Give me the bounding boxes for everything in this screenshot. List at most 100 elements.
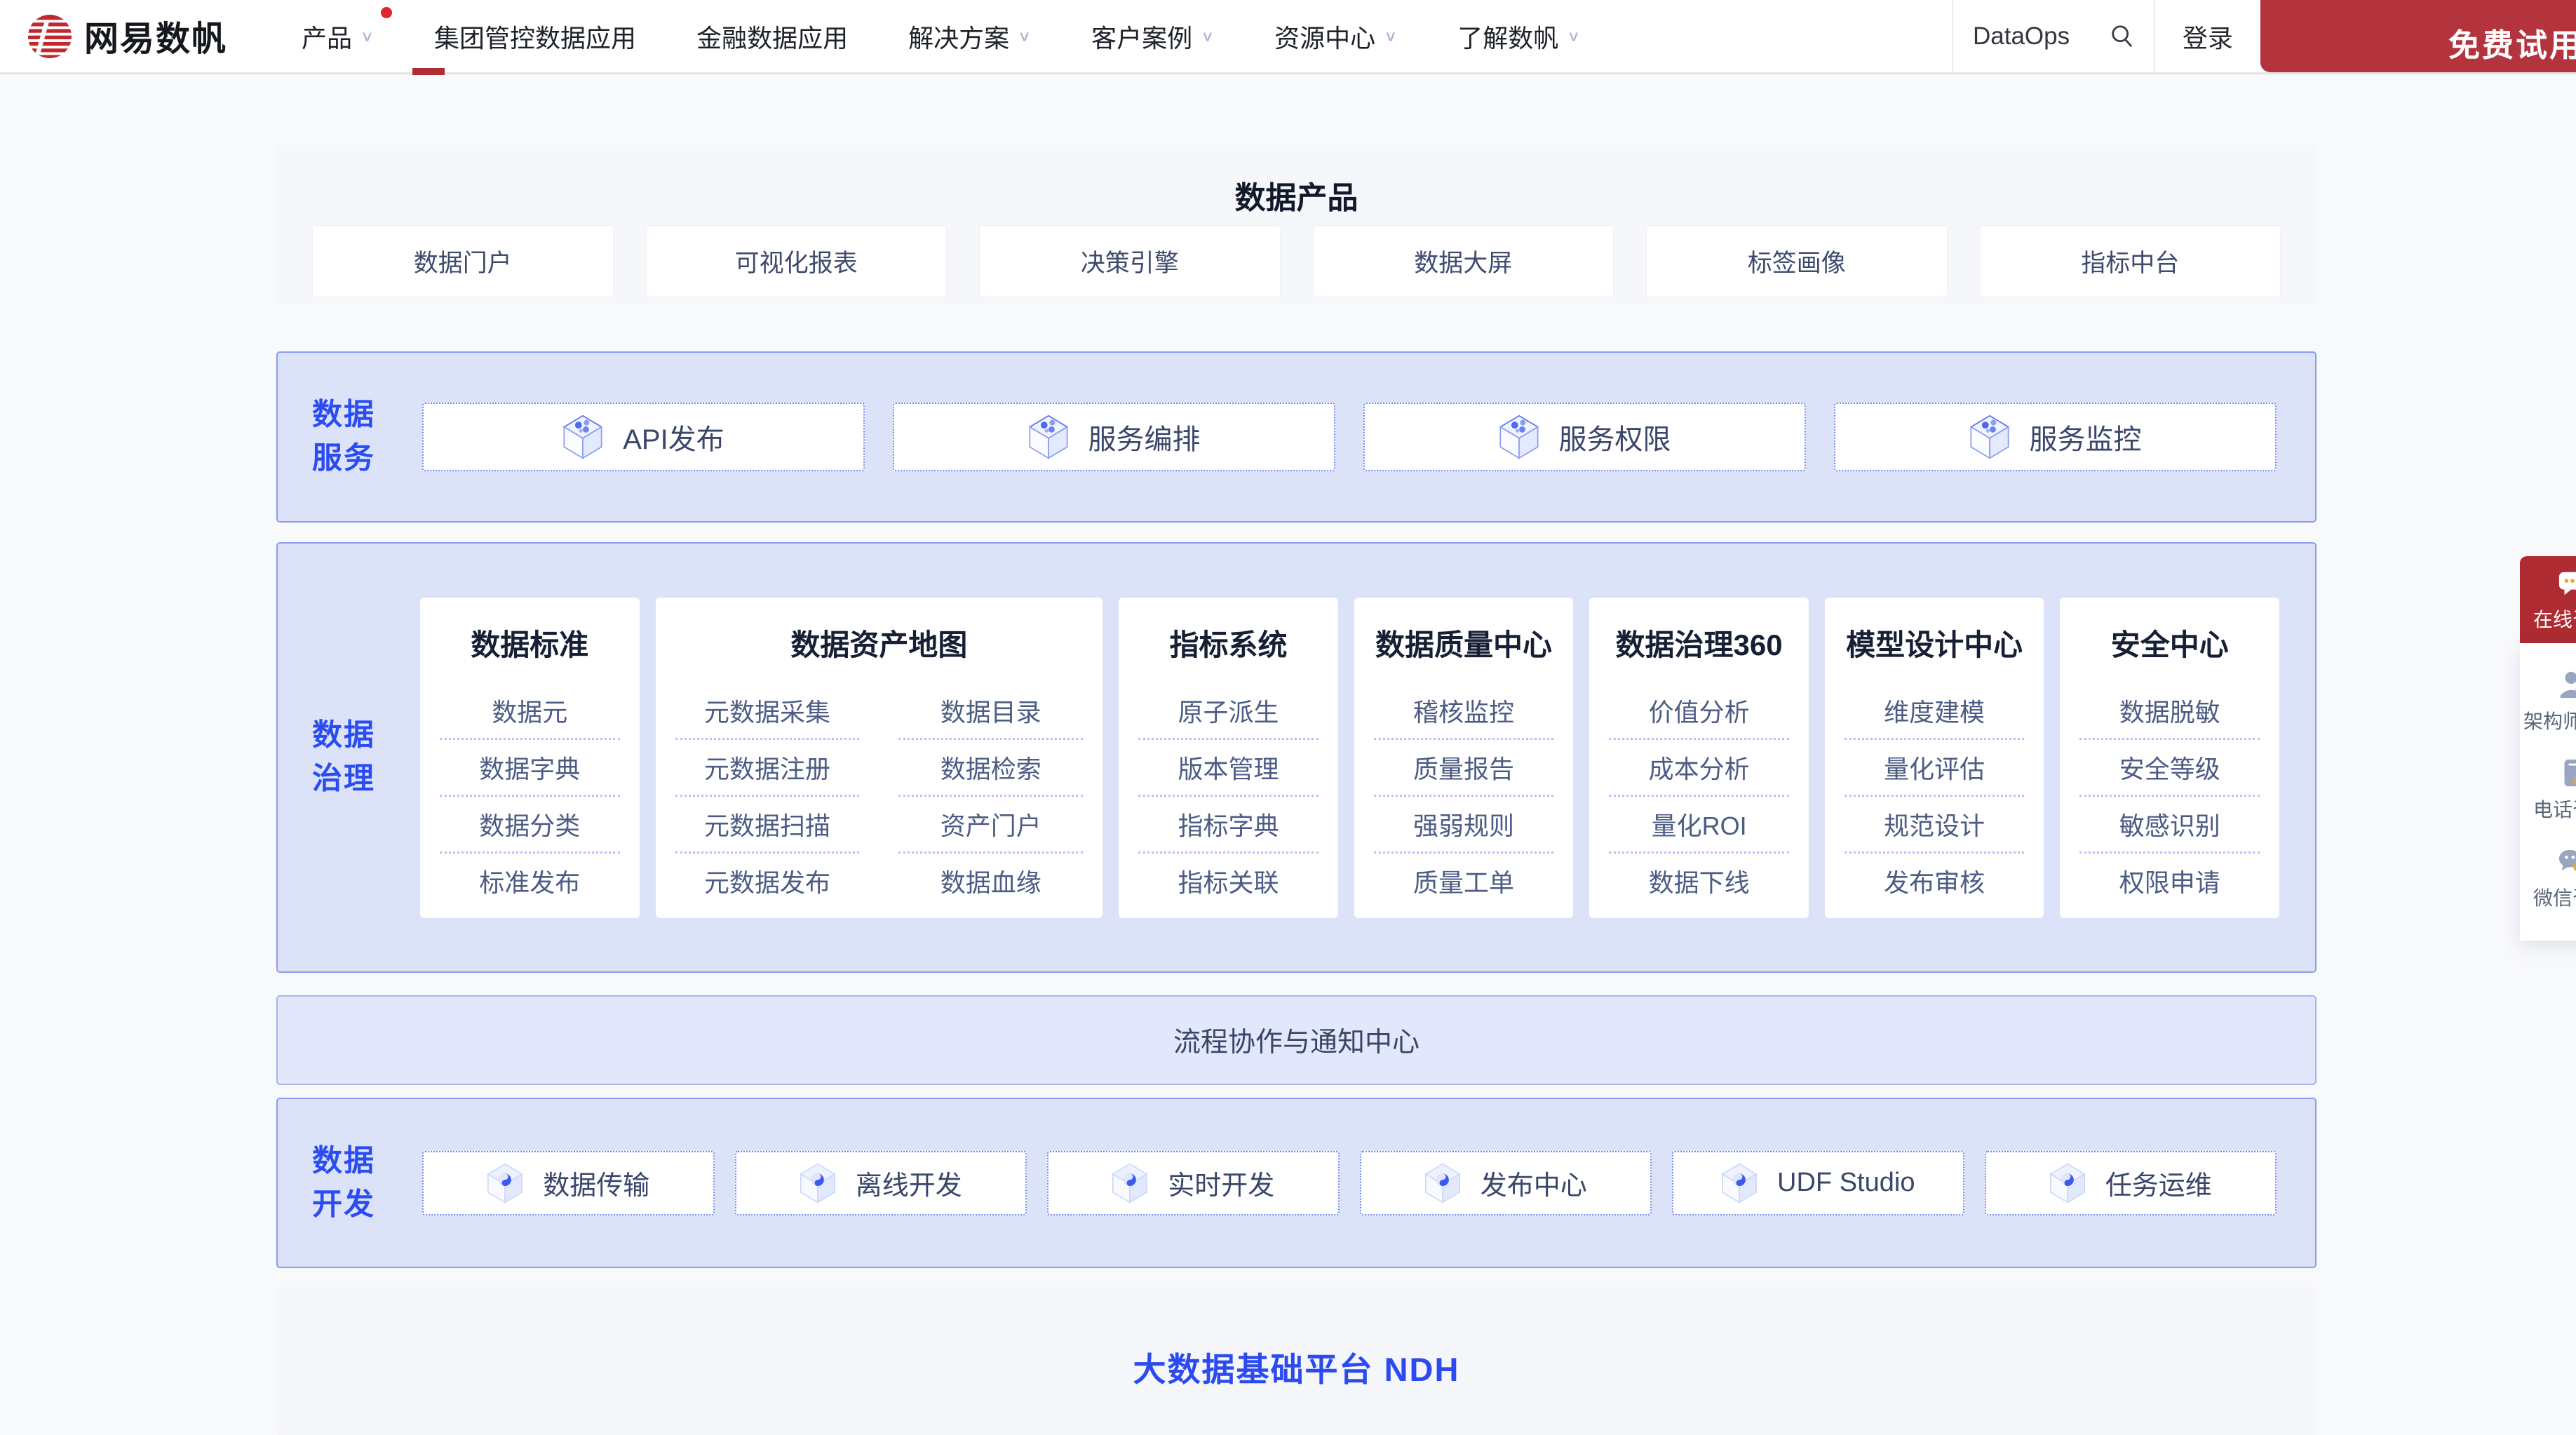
dev-cube-icon <box>1721 1163 1758 1204</box>
menu-item-group-data-apps[interactable]: 集团管控数据应用 <box>434 18 636 55</box>
gov-item[interactable]: 权限申请 <box>2060 854 2279 908</box>
gov-item[interactable]: 数据下线 <box>1589 854 1809 908</box>
chevron-down-icon: ∨ <box>1567 27 1580 45</box>
gov-item[interactable]: 强弱规则 <box>1354 797 1574 851</box>
column-title: 指标系统 <box>1119 621 1338 683</box>
section-data-development: 数据 开发 数据传输 离线开发 实时开发 发布中心 UDF Studio <box>276 1098 2317 1268</box>
gov-item[interactable]: 数据检索 <box>879 740 1102 795</box>
menu-label: 金融数据应用 <box>696 18 848 55</box>
gov-item[interactable]: 发布审核 <box>1825 854 2044 908</box>
gov-item[interactable]: 质量工单 <box>1354 854 1574 908</box>
menu-item-finance-data-apps[interactable]: 金融数据应用 <box>696 18 848 55</box>
dev-cards-row: 数据传输 离线开发 实时开发 发布中心 UDF Studio 任务运维 <box>422 1151 2277 1215</box>
gov-item[interactable]: 指标字典 <box>1119 797 1338 851</box>
card-task-ops[interactable]: 任务运维 <box>1985 1151 2277 1215</box>
column-title: 安全中心 <box>2060 621 2279 683</box>
card-tag-profile[interactable]: 标签画像 <box>1646 225 1948 297</box>
gov-item[interactable]: 指标关联 <box>1119 854 1338 908</box>
search-icon[interactable] <box>2109 23 2136 50</box>
card-offline-dev[interactable]: 离线开发 <box>735 1151 1027 1215</box>
column-title: 数据质量中心 <box>1354 621 1574 683</box>
card-service-orchestration[interactable]: 服务编排 <box>893 403 1335 471</box>
gov-item[interactable]: 成本分析 <box>1589 740 1809 795</box>
ndh-title-link[interactable]: 大数据基础平台 NDH <box>276 1288 2317 1391</box>
gov-item[interactable]: 安全等级 <box>2060 740 2279 795</box>
card-service-permission[interactable]: 服务权限 <box>1363 403 1806 471</box>
card-release-center[interactable]: 发布中心 <box>1360 1151 1652 1215</box>
gov-item[interactable]: 数据字典 <box>420 740 640 795</box>
menu-label: 了解数帆 <box>1457 18 1558 55</box>
gov-item[interactable]: 价值分析 <box>1589 683 1809 738</box>
card-data-transfer[interactable]: 数据传输 <box>422 1151 715 1215</box>
menu-item-products[interactable]: 产品 ∨ <box>302 18 374 55</box>
card-metric-platform[interactable]: 指标中台 <box>1980 225 2281 297</box>
gov-item[interactable]: 敏感识别 <box>2060 797 2279 851</box>
menu-item-solutions[interactable]: 解决方案 ∨ <box>908 18 1031 55</box>
gov-item[interactable]: 稽核监控 <box>1354 683 1574 738</box>
service-cards-row: API发布 服务编排 服务权限 服务监控 <box>422 403 2277 471</box>
gov-item[interactable]: 量化评估 <box>1825 740 2044 795</box>
section-label-data-service: 数据 服务 <box>312 393 375 481</box>
cube-icon <box>1969 415 2010 459</box>
card-data-screen[interactable]: 数据大屏 <box>1313 225 1614 297</box>
card-udf-studio[interactable]: UDF Studio <box>1672 1151 1964 1215</box>
gov-item[interactable]: 元数据注册 <box>656 740 879 795</box>
wechat-consult-button[interactable]: 微信咨询 <box>2520 834 2576 922</box>
menu-label: 集团管控数据应用 <box>434 18 636 55</box>
gov-item[interactable]: 标准发布 <box>420 854 640 908</box>
gov-item[interactable]: 元数据发布 <box>656 854 879 908</box>
phone-consult-button[interactable]: 电话咨询 <box>2520 746 2576 834</box>
free-trial-button[interactable]: 免费试用 <box>2260 0 2576 72</box>
card-label: API发布 <box>623 417 724 457</box>
governance-columns: 数据标准 数据元 数据字典 数据分类 标准发布 数据资产地图 元数据采集 元数据… <box>420 598 2279 918</box>
card-visual-report[interactable]: 可视化报表 <box>646 225 948 297</box>
gov-item[interactable]: 数据血缘 <box>879 854 1102 908</box>
gov-item[interactable]: 版本管理 <box>1119 740 1338 795</box>
card-realtime-dev[interactable]: 实时开发 <box>1047 1151 1340 1215</box>
asset-map-right-list: 数据目录 数据检索 资产门户 数据血缘 <box>879 683 1102 908</box>
gov-item[interactable]: 原子派生 <box>1119 683 1338 738</box>
gov-item[interactable]: 数据分类 <box>420 797 640 851</box>
gov-item[interactable]: 元数据采集 <box>656 683 879 738</box>
contact-options: 架构师咨询 电话咨询 微信咨询 <box>2520 643 2576 941</box>
gov-item[interactable]: 数据脱敏 <box>2060 683 2279 738</box>
logo[interactable]: 网易数帆 <box>27 0 227 72</box>
gov-item[interactable]: 维度建模 <box>1825 683 2044 738</box>
menu-item-about[interactable]: 了解数帆 ∨ <box>1457 18 1580 55</box>
gov-item[interactable]: 元数据扫描 <box>656 797 879 851</box>
architect-person-icon <box>2556 668 2576 701</box>
online-consult-button[interactable]: 在线咨询 <box>2520 556 2576 643</box>
section-label-data-development: 数据 开发 <box>312 1139 375 1227</box>
menu-item-customer-cases[interactable]: 客户案例 ∨ <box>1091 18 1214 55</box>
gov-item[interactable]: 数据目录 <box>879 683 1102 738</box>
gov-item[interactable]: 资产门户 <box>879 797 1102 851</box>
flow-collaboration-bar: 流程协作与通知中心 <box>276 995 2317 1085</box>
column-title: 数据标准 <box>420 621 640 683</box>
architect-consult-label: 架构师咨询 <box>2523 706 2576 734</box>
card-label: 实时开发 <box>1168 1164 1274 1202</box>
cube-icon <box>1499 415 1539 459</box>
column-title: 数据资产地图 <box>656 621 1103 683</box>
search-input[interactable]: DataOps <box>1952 0 2155 72</box>
gov-item[interactable]: 规范设计 <box>1825 797 2044 851</box>
card-api-publish[interactable]: API发布 <box>422 403 865 471</box>
login-button[interactable]: 登录 <box>2155 0 2260 72</box>
card-label: 数据传输 <box>543 1164 649 1202</box>
card-data-portal[interactable]: 数据门户 <box>312 225 614 297</box>
card-service-monitor[interactable]: 服务监控 <box>1834 403 2277 471</box>
gov-item[interactable]: 量化ROI <box>1589 797 1809 851</box>
dev-cube-icon <box>487 1163 523 1204</box>
gov-item[interactable]: 数据元 <box>420 683 640 738</box>
active-menu-indicator <box>412 68 445 75</box>
column-security-center: 安全中心 数据脱敏 安全等级 敏感识别 权限申请 <box>2060 598 2279 918</box>
menu-item-resources[interactable]: 资源中心 ∨ <box>1274 18 1397 55</box>
card-decision-engine[interactable]: 决策引擎 <box>979 225 1281 297</box>
cube-icon <box>1028 415 1069 459</box>
gov-item[interactable]: 质量报告 <box>1354 740 1574 795</box>
contact-floating-panel: 在线咨询 架构师咨询 电话咨询 微信咨询 <box>2520 556 2576 941</box>
online-consult-label: 在线咨询 <box>2533 605 2576 633</box>
architect-consult-button[interactable]: 架构师咨询 <box>2520 657 2576 746</box>
cube-icon <box>562 415 603 459</box>
nav-divider <box>0 72 2576 74</box>
column-title: 模型设计中心 <box>1825 621 2044 683</box>
